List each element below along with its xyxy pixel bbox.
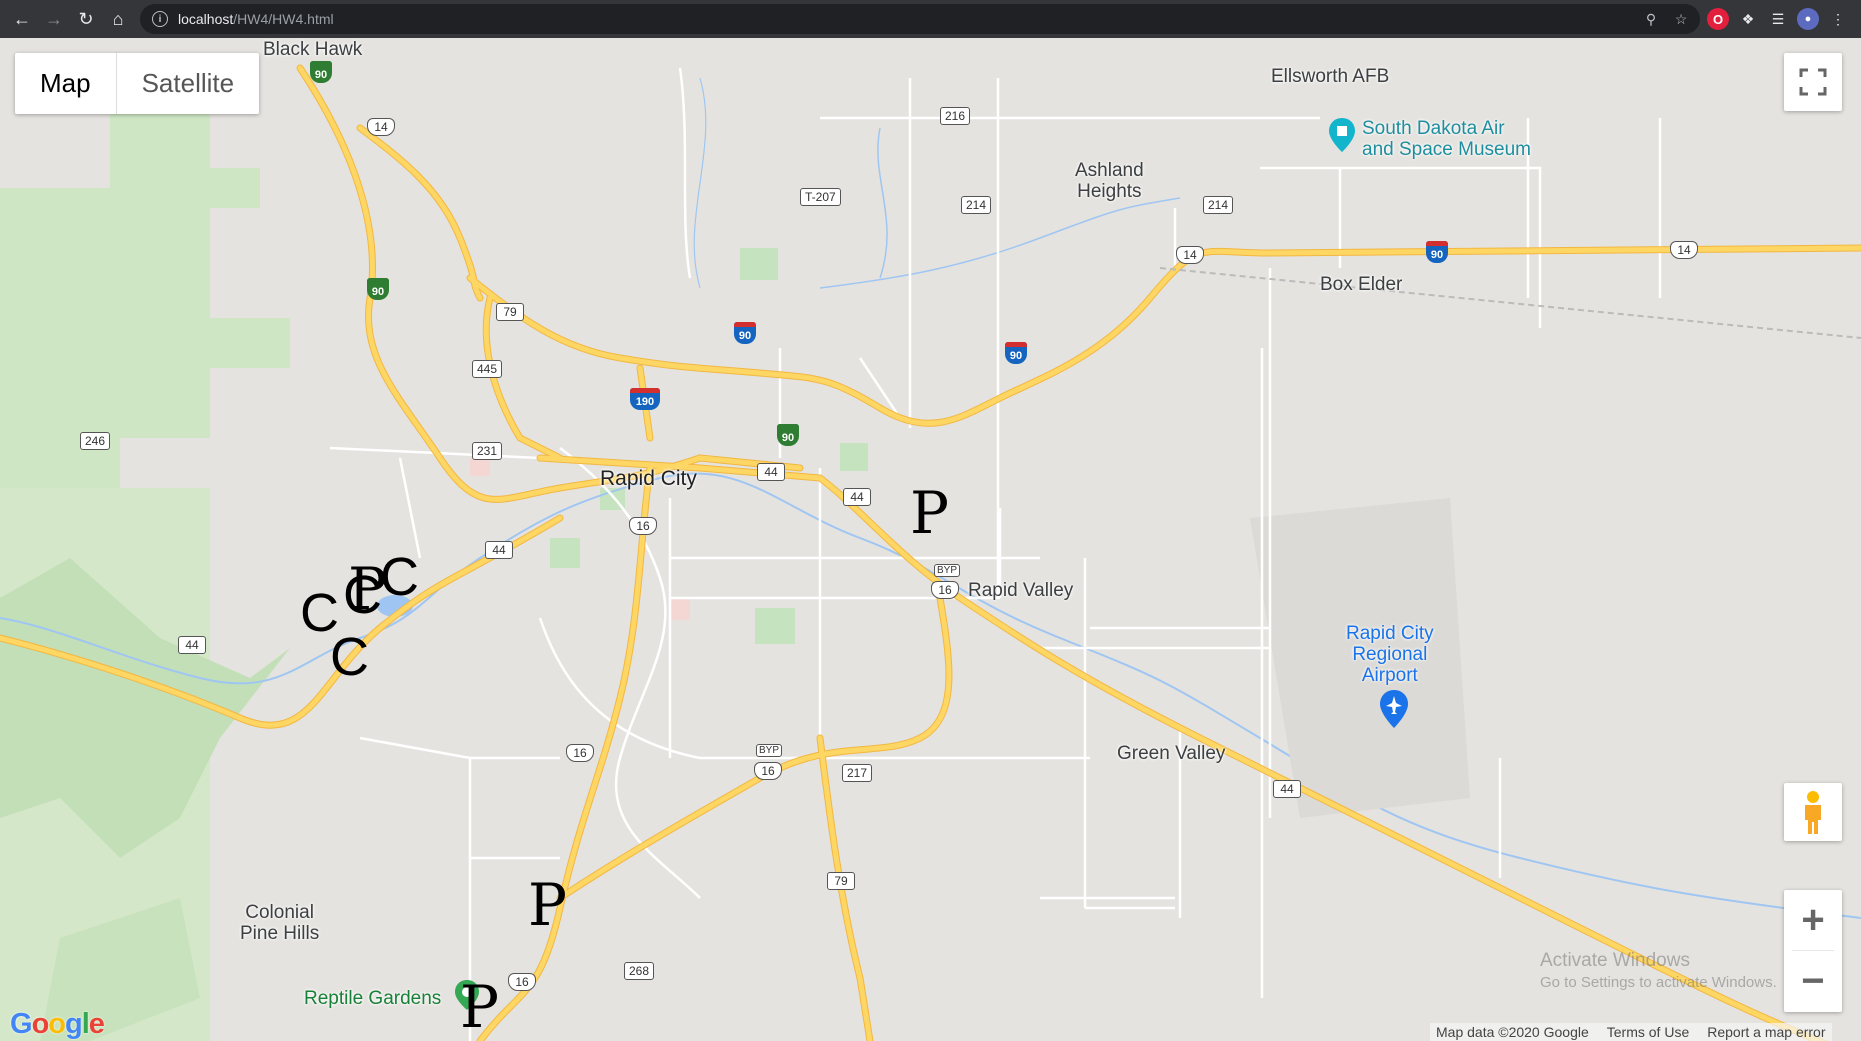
street-view-pegman[interactable] bbox=[1784, 783, 1842, 841]
forward-arrow-icon[interactable]: → bbox=[38, 3, 70, 35]
interstate-90-shield: 90 bbox=[734, 322, 756, 344]
bypass-label: BYP bbox=[756, 744, 783, 757]
route-44-shield: 44 bbox=[1273, 780, 1301, 798]
museum-pin-icon[interactable] bbox=[1329, 118, 1355, 152]
route-44-shield: 44 bbox=[178, 636, 206, 654]
place-colonial-pine-hills: Colonial Pine Hills bbox=[240, 902, 320, 944]
place-regional-airport: Rapid City Regional Airport bbox=[1346, 623, 1434, 686]
google-map[interactable]: Black Hawk Ellsworth AFB South Dakota Ai… bbox=[0, 38, 1861, 1041]
fullscreen-button[interactable] bbox=[1784, 53, 1842, 111]
pegman-icon bbox=[1805, 791, 1821, 834]
us-16-shield: 16 bbox=[566, 744, 594, 762]
route-246-shield: 246 bbox=[80, 432, 111, 450]
place-ashland-heights: Ashland Heights bbox=[1075, 160, 1144, 202]
fullscreen-icon bbox=[1799, 68, 1827, 96]
windows-activation-watermark: Activate Windows Go to Settings to activ… bbox=[1540, 950, 1777, 991]
route-216-shield: 216 bbox=[940, 107, 971, 125]
media-queue-icon[interactable]: ☰ bbox=[1767, 8, 1789, 30]
marker-p[interactable]: P bbox=[910, 484, 949, 542]
place-ellsworth-afb: Ellsworth AFB bbox=[1271, 66, 1390, 87]
route-44-shield: 44 bbox=[485, 541, 513, 559]
menu-dots-icon[interactable]: ⋮ bbox=[1827, 8, 1849, 30]
route-44-shield: 44 bbox=[757, 463, 785, 481]
route-79-shield: 79 bbox=[496, 303, 524, 321]
back-arrow-icon[interactable]: ← bbox=[6, 3, 38, 35]
marker-c[interactable]: C bbox=[330, 630, 369, 684]
bookmark-star-icon[interactable]: ☆ bbox=[1670, 8, 1692, 30]
place-green-valley: Green Valley bbox=[1117, 743, 1226, 764]
route-214-shield: 214 bbox=[961, 196, 992, 214]
home-icon[interactable]: ⌂ bbox=[102, 3, 134, 35]
interstate-190-shield: 190 bbox=[630, 388, 660, 410]
zoom-in-button[interactable]: + bbox=[1784, 890, 1842, 950]
marker-p[interactable]: P bbox=[528, 876, 567, 934]
site-info-icon[interactable]: i bbox=[152, 11, 168, 27]
route-268-shield: 268 bbox=[624, 962, 655, 980]
zoom-icon[interactable]: ⚲ bbox=[1640, 8, 1662, 30]
map-data-attribution: Map data ©2020 Google bbox=[1436, 1024, 1589, 1040]
address-bar[interactable]: i localhost/HW4/HW4.html ⚲ ☆ bbox=[140, 4, 1700, 34]
us-14-shield: 14 bbox=[1176, 246, 1204, 264]
us-16-shield: 16 bbox=[931, 581, 959, 599]
marker-c[interactable]: C bbox=[343, 568, 382, 622]
marker-p[interactable]: P bbox=[460, 978, 499, 1036]
place-rapid-city: Rapid City bbox=[600, 467, 697, 490]
route-44-shield: 44 bbox=[843, 488, 871, 506]
place-box-elder: Box Elder bbox=[1320, 274, 1403, 295]
place-air-space-museum: South Dakota Air and Space Museum bbox=[1362, 118, 1531, 160]
browser-toolbar: ← → ↻ ⌂ i localhost/HW4/HW4.html ⚲ ☆ O ❖… bbox=[0, 0, 1861, 38]
business-90-shield: 90 bbox=[310, 61, 332, 83]
report-map-error-link[interactable]: Report a map error bbox=[1707, 1024, 1825, 1040]
map-type-map-button[interactable]: Map bbox=[15, 53, 117, 114]
place-reptile-gardens: Reptile Gardens bbox=[304, 988, 442, 1009]
map-type-satellite-button[interactable]: Satellite bbox=[117, 53, 260, 114]
us-14-shield: 14 bbox=[1670, 241, 1698, 259]
map-type-control: Map Satellite bbox=[15, 53, 260, 114]
route-445-shield: 445 bbox=[472, 360, 503, 378]
marker-c[interactable]: C bbox=[380, 550, 419, 604]
interstate-90-shield: 90 bbox=[1005, 342, 1027, 364]
map-footer: Map data ©2020 Google Terms of Use Repor… bbox=[1430, 1023, 1832, 1041]
url-text: localhost/HW4/HW4.html bbox=[178, 11, 334, 27]
profile-avatar[interactable]: ● bbox=[1797, 8, 1819, 30]
interstate-90-shield: 90 bbox=[1426, 241, 1448, 263]
route-t207-shield: T-207 bbox=[800, 188, 841, 206]
route-217-shield: 217 bbox=[842, 764, 873, 782]
google-logo[interactable]: Google bbox=[10, 1008, 105, 1041]
place-black-hawk: Black Hawk bbox=[263, 39, 363, 60]
us-16-shield: 16 bbox=[754, 762, 782, 780]
route-79-shield: 79 bbox=[827, 872, 855, 890]
business-90-shield: 90 bbox=[367, 278, 389, 300]
route-214-shield: 214 bbox=[1203, 196, 1234, 214]
extensions-puzzle-icon[interactable]: ❖ bbox=[1737, 8, 1759, 30]
us-14-shield: 14 bbox=[367, 118, 395, 136]
airport-pin-icon[interactable] bbox=[1380, 690, 1408, 728]
terms-of-use-link[interactable]: Terms of Use bbox=[1607, 1024, 1689, 1040]
zoom-out-button[interactable]: − bbox=[1784, 951, 1842, 1011]
us-16-shield: 16 bbox=[508, 973, 536, 991]
reload-icon[interactable]: ↻ bbox=[70, 3, 102, 35]
place-rapid-valley: Rapid Valley bbox=[968, 580, 1074, 601]
zoom-control: + − bbox=[1784, 890, 1842, 1012]
opera-extension-icon[interactable]: O bbox=[1707, 8, 1729, 30]
route-231-shield: 231 bbox=[472, 442, 503, 460]
bypass-label: BYP bbox=[934, 564, 961, 577]
business-90-shield: 90 bbox=[777, 424, 799, 446]
us-16-shield: 16 bbox=[629, 517, 657, 535]
